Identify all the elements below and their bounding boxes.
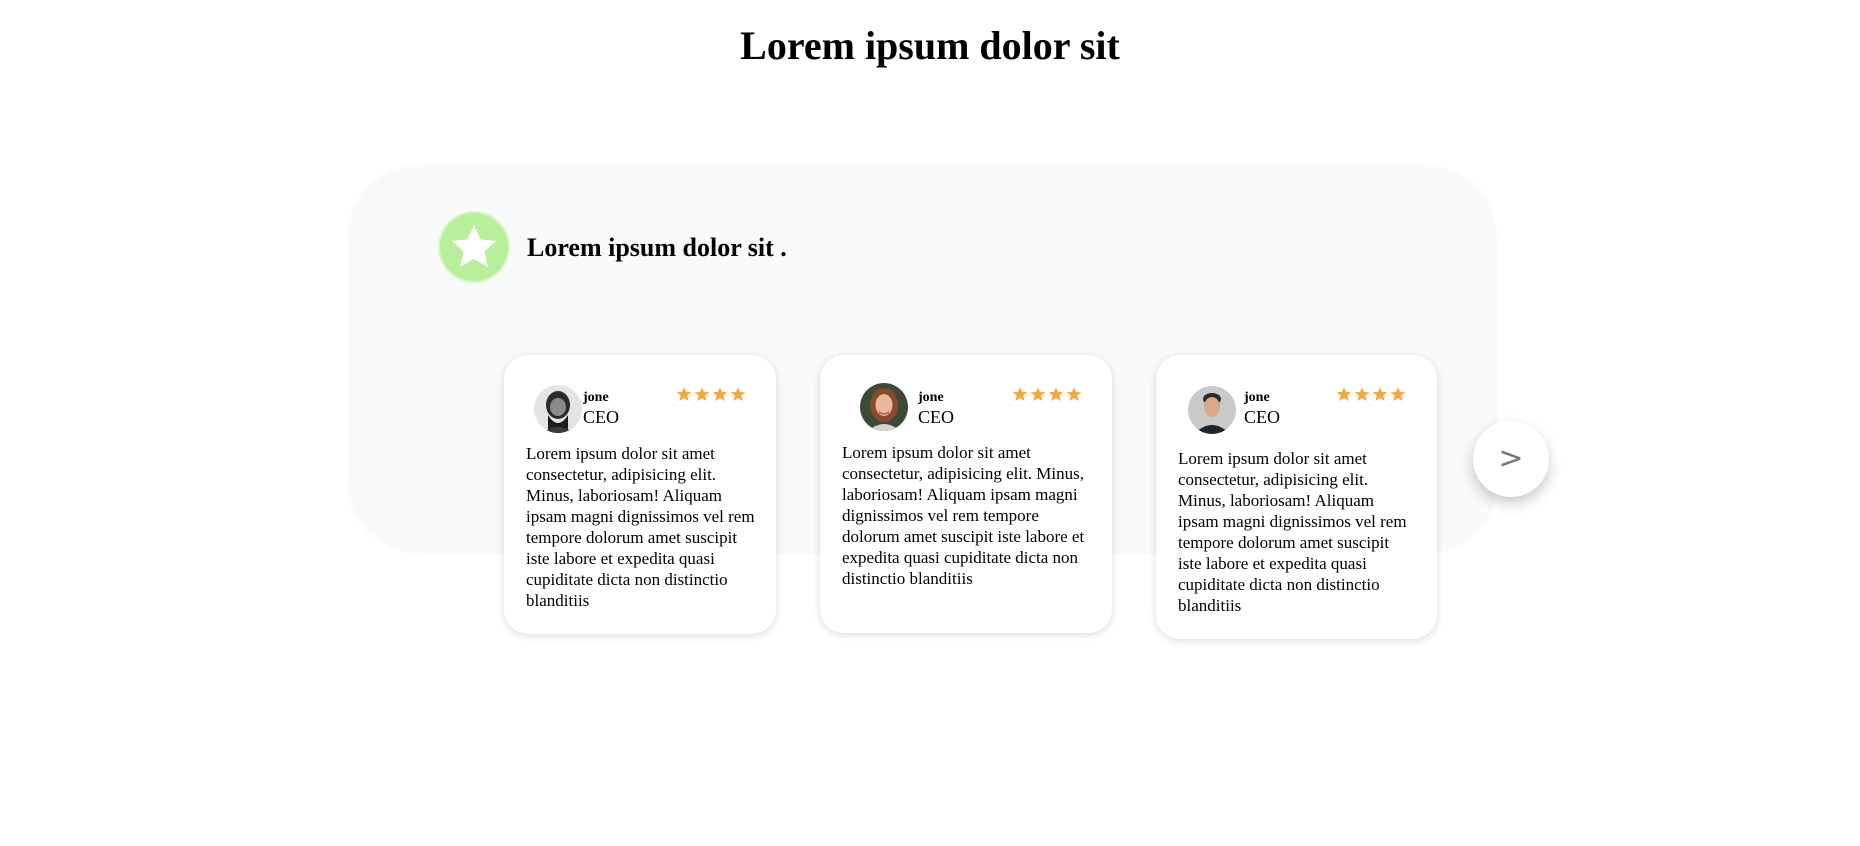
star-icon [1030,387,1046,401]
testimonial-card: jone CEO Lorem ipsum dolor sit amet cons… [820,355,1112,633]
star-icon [1066,387,1082,401]
reviewer-name: jone [918,390,944,405]
star-rating [676,386,746,402]
star-rating [1012,386,1082,402]
section-title: Lorem ipsum dolor sit . [527,233,787,262]
reviewer-info: jone CEO [1244,389,1280,427]
reviewer-role: CEO [1244,407,1280,427]
star-icon [694,387,710,401]
review-text: Lorem ipsum dolor sit amet consectetur, … [526,444,755,610]
reviewer-info: jone CEO [583,389,619,427]
star-rating [1336,386,1406,402]
star-icon [712,387,728,401]
reviewer-name: jone [1244,390,1270,405]
reviewer-role: CEO [583,407,619,427]
star-icon [1390,387,1406,401]
star-icon [1012,387,1028,401]
star-icon [1048,387,1064,401]
review-text: Lorem ipsum dolor sit amet consectetur, … [1178,449,1407,615]
star-icon [730,387,746,401]
reviewer-role: CEO [918,407,954,427]
reviewer-name: jone [583,390,609,405]
star-badge-icon [440,213,508,281]
avatar [534,385,582,433]
avatar [860,383,908,431]
review-text: Lorem ipsum dolor sit amet consectetur, … [842,443,1085,588]
star-icon [1336,387,1352,401]
testimonial-card: jone CEO Lorem ipsum dolor sit amet cons… [1156,355,1437,639]
star-icon [1354,387,1370,401]
reviewer-info: jone CEO [918,389,954,427]
page-title: Lorem ipsum dolor sit [740,23,1120,68]
carousel-next-button[interactable]: > [1473,421,1549,497]
star-icon [676,387,692,401]
avatar [1188,386,1236,434]
testimonial-card: jone CEO Lorem ipsum dolor sit amet cons… [504,355,776,634]
star-icon [1372,387,1388,401]
